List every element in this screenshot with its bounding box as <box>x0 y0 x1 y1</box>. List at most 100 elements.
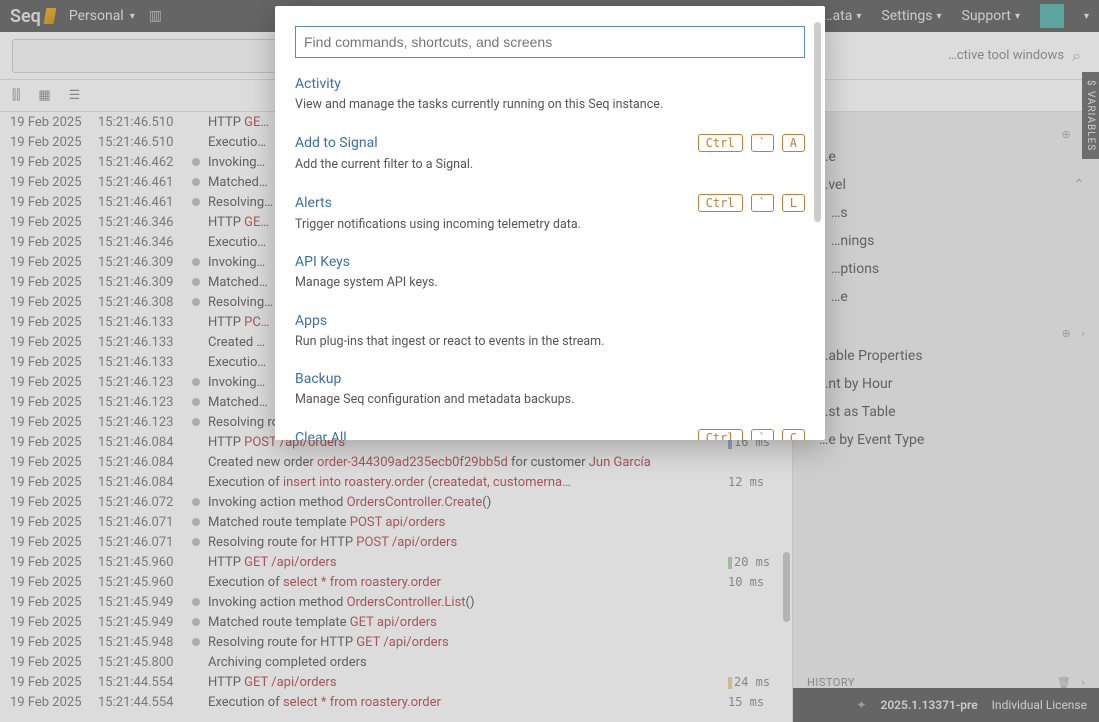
grid-icon[interactable]: ▦ <box>38 88 50 103</box>
palette-list[interactable]: ActivityView and manage the tasks curren… <box>275 66 825 440</box>
query-item[interactable]: …st as Table <box>807 400 1085 424</box>
queries-header: … ⊕ › <box>807 327 1085 340</box>
event-date: 19 Feb 2025 <box>10 355 90 370</box>
chevron-down-icon: ▾ <box>937 11 942 22</box>
palette-command[interactable]: ActivityView and manage the tasks curren… <box>295 66 805 124</box>
palette-command[interactable]: API KeysManage system API keys. <box>295 244 805 302</box>
signal-item[interactable]: …e <box>807 145 1085 169</box>
palette-command[interactable]: Add to SignalCtrl`AAdd the current filte… <box>295 124 805 184</box>
event-row[interactable]: 19 Feb 202515:21:45.960HTTP GET /api/ord… <box>0 552 792 572</box>
event-time: 15:21:46.309 <box>98 275 184 290</box>
signal-subitem[interactable]: …s <box>807 201 1085 225</box>
chart-icon[interactable]: ⫿⫿ <box>12 88 20 103</box>
app-logo[interactable]: Seq <box>10 6 55 27</box>
event-time: 15:21:44.554 <box>98 695 184 710</box>
palette-command[interactable]: BackupManage Seq configuration and metad… <box>295 361 805 419</box>
level-dot-icon <box>192 538 200 546</box>
event-date: 19 Feb 2025 <box>10 255 90 270</box>
event-date: 19 Feb 2025 <box>10 195 90 210</box>
level-dot-icon <box>192 678 200 686</box>
event-message: Created new order order-344309ad235ecb0f… <box>208 455 720 470</box>
event-timing: 20 ms <box>728 555 782 569</box>
event-row[interactable]: 19 Feb 202515:21:45.948Resolving route f… <box>0 632 792 652</box>
chevron-down-icon: ▾ <box>1015 11 1020 22</box>
event-message: Invoking action method OrdersController.… <box>208 595 720 610</box>
scrollbar[interactable] <box>783 552 790 622</box>
chevron-right-icon[interactable]: › <box>1081 327 1085 340</box>
query-item[interactable]: …nt by Hour <box>807 372 1085 396</box>
event-date: 19 Feb 2025 <box>10 495 90 510</box>
event-row[interactable]: 19 Feb 202515:21:46.071Matched route tem… <box>0 512 792 532</box>
add-icon[interactable]: ⊕ <box>1061 327 1071 340</box>
event-row[interactable]: 19 Feb 202515:21:46.084Created new order… <box>0 452 792 472</box>
event-time: 15:21:46.133 <box>98 335 184 350</box>
event-row[interactable]: 19 Feb 202515:21:45.960Execution of sele… <box>0 572 792 592</box>
avatar[interactable] <box>1040 4 1064 28</box>
logo-icon <box>43 8 56 24</box>
list-icon[interactable]: ☰ <box>69 88 81 103</box>
event-date: 19 Feb 2025 <box>10 615 90 630</box>
event-row[interactable]: 19 Feb 202515:21:45.949Invoking action m… <box>0 592 792 612</box>
command-title: Alerts <box>295 195 332 211</box>
workspace-name: Personal <box>69 8 124 24</box>
event-time: 15:21:46.084 <box>98 475 184 490</box>
footer: ✦ 2025.1.13371-pre Individual License <box>793 688 1099 722</box>
signal-subitem[interactable]: …e <box>807 285 1085 309</box>
workspace-selector[interactable]: Personal ▾ <box>69 8 135 24</box>
event-date: 19 Feb 2025 <box>10 535 90 550</box>
level-dot-icon <box>192 438 200 446</box>
variables-tab[interactable]: $ VARIABLES <box>1082 72 1099 159</box>
event-message: Execution of select * from roastery.orde… <box>208 575 720 590</box>
event-timing: 10 ms <box>728 575 782 589</box>
event-time: 15:21:46.309 <box>98 255 184 270</box>
event-date: 19 Feb 2025 <box>10 295 90 310</box>
event-message: Execution of insert into roastery.order … <box>208 475 720 490</box>
add-icon[interactable]: ⊕ <box>1061 128 1071 141</box>
tool-hint: …ctive tool windows <box>948 48 1064 63</box>
event-time: 15:21:46.510 <box>98 135 184 150</box>
query-item[interactable]: …e by Event Type <box>807 428 1085 452</box>
event-row[interactable]: 19 Feb 202515:21:46.084Execution of inse… <box>0 472 792 492</box>
level-dot-icon <box>192 498 200 506</box>
menu-support[interactable]: Support ▾ <box>962 8 1020 24</box>
event-row[interactable]: 19 Feb 202515:21:44.554Execution of sele… <box>0 692 792 712</box>
palette-command[interactable]: AlertsCtrl`LTrigger notifications using … <box>295 184 805 244</box>
event-time: 15:21:45.960 <box>98 555 184 570</box>
event-message: Resolving route for HTTP POST /api/order… <box>208 535 720 550</box>
event-date: 19 Feb 2025 <box>10 275 90 290</box>
event-message: Archiving completed orders <box>208 655 720 670</box>
sparkle-icon[interactable]: ✦ <box>856 698 866 712</box>
palette-command[interactable]: Clear AllCtrl`CReset the filter, active … <box>295 419 805 440</box>
palette-search-input[interactable] <box>295 26 805 58</box>
menu-settings[interactable]: Settings ▾ <box>881 8 941 24</box>
level-dot-icon <box>192 278 200 286</box>
scrollbar[interactable] <box>814 22 821 222</box>
chevron-down-icon[interactable]: ▾ <box>1084 11 1089 22</box>
pin-icon[interactable]: ▥ <box>149 8 162 24</box>
key-badge: ` <box>751 429 774 440</box>
signal-item[interactable]: …vel ⌃ <box>807 173 1085 197</box>
level-dot-icon <box>192 418 200 426</box>
search-icon[interactable]: ⌕ <box>1072 46 1081 66</box>
signal-subitem[interactable]: …nings <box>807 229 1085 253</box>
menu-data[interactable]: …ata ▾ <box>823 8 861 24</box>
event-date: 19 Feb 2025 <box>10 675 90 690</box>
event-message: Matched route template POST api/orders <box>208 515 720 530</box>
key-badge: Ctrl <box>698 194 743 212</box>
event-row[interactable]: 19 Feb 202515:21:45.949Matched route tem… <box>0 612 792 632</box>
palette-command[interactable]: AppsRun plug-ins that ingest or react to… <box>295 303 805 361</box>
signal-subitem[interactable]: …ptions <box>807 257 1085 281</box>
event-message: HTTP GET /api/orders <box>208 675 720 690</box>
event-message: Matched route template GET api/orders <box>208 615 720 630</box>
event-time: 15:21:46.084 <box>98 435 184 450</box>
event-row[interactable]: 19 Feb 202515:21:46.072Invoking action m… <box>0 492 792 512</box>
event-row[interactable]: 19 Feb 202515:21:44.554HTTP GET /api/ord… <box>0 672 792 692</box>
event-time: 15:21:46.462 <box>98 155 184 170</box>
query-item[interactable]: …able Properties <box>807 344 1085 368</box>
command-desc: Trigger notifications using incoming tel… <box>295 216 805 234</box>
event-date: 19 Feb 2025 <box>10 215 90 230</box>
event-row[interactable]: 19 Feb 202515:21:45.800Archiving complet… <box>0 652 792 672</box>
event-time: 15:21:45.800 <box>98 655 184 670</box>
level-dot-icon <box>192 478 200 486</box>
event-row[interactable]: 19 Feb 202515:21:46.071Resolving route f… <box>0 532 792 552</box>
